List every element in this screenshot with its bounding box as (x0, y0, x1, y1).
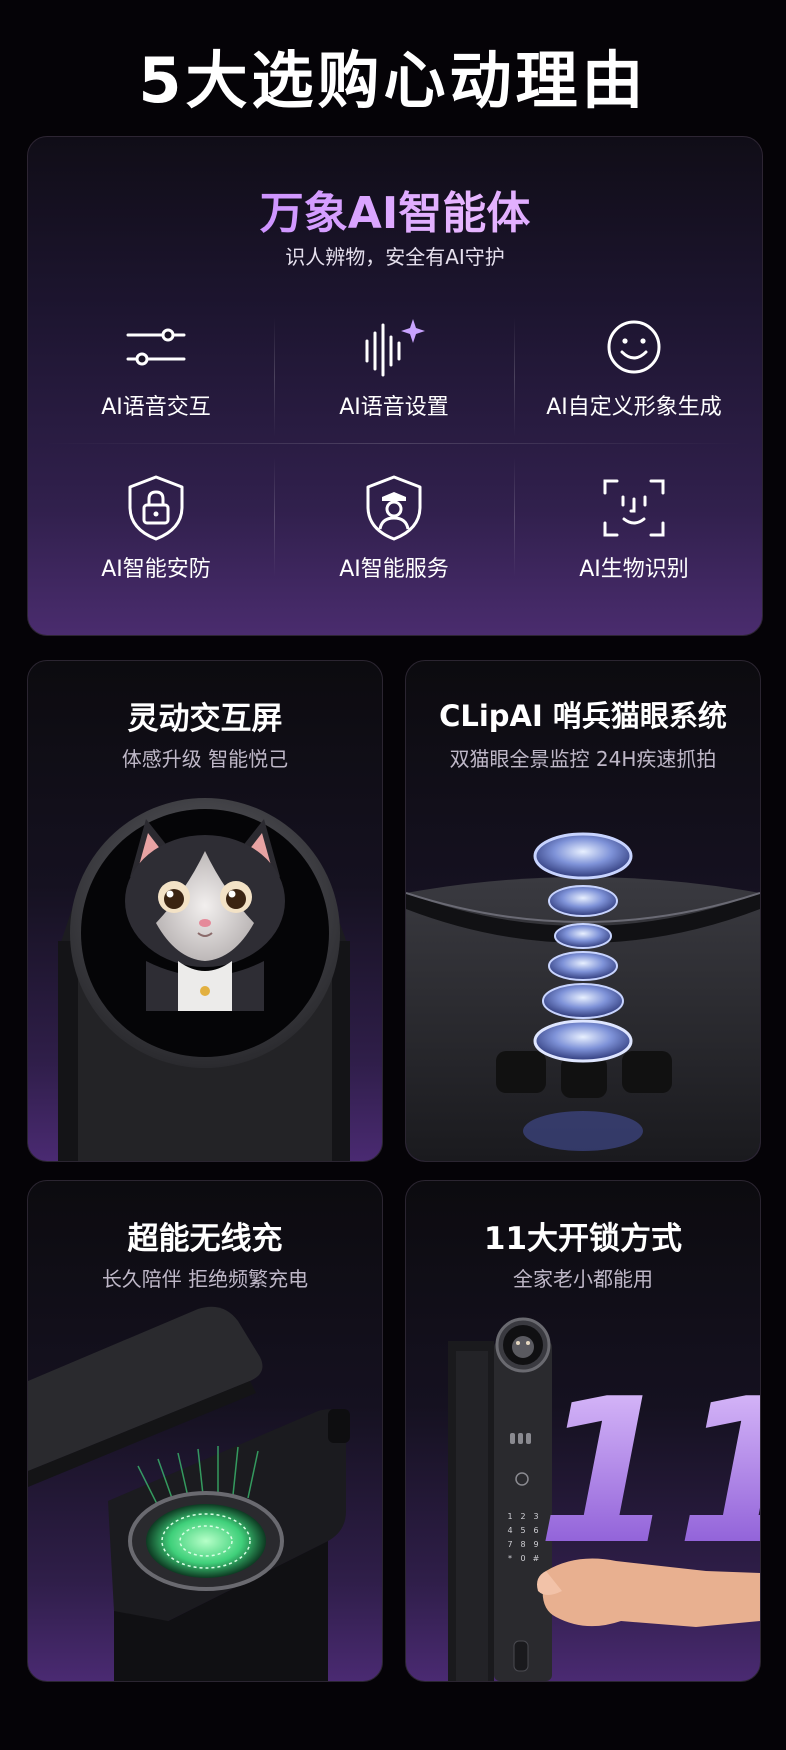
feature-label: AI自定义形象生成 (546, 395, 722, 420)
feature-label: AI智能服务 (339, 557, 449, 582)
keypad-key: 5 (520, 1526, 525, 1535)
shield-concierge-icon (366, 475, 422, 541)
keypad-key: 7 (507, 1540, 512, 1549)
card-unlock-methods: 11大开锁方式 全家老小都能用 11 1 2 3 4 5 6 7 8 (405, 1180, 761, 1682)
keypad-key: * (508, 1554, 512, 1563)
ai-section-subtitle: 识人辨物，安全有AI守护 (285, 245, 505, 269)
feature-label: AI智能安防 (101, 557, 211, 582)
keypad-key: 2 (520, 1512, 525, 1521)
keypad-key: 3 (533, 1512, 538, 1521)
wireless-charger-illustration (28, 1306, 350, 1681)
keypad-key: # (533, 1554, 540, 1563)
ai-agent-panel: 万象AI智能体 识人辨物，安全有AI守护 AI语音交互 AI语音设置 AI自定义… (27, 136, 763, 636)
feature-ai-voice-settings: AI语音设置 (274, 317, 514, 421)
feature-label: AI语音交互 (101, 395, 211, 420)
smart-lock-screen-illustration (58, 798, 350, 1161)
page-title: 5大选购心动理由 (138, 44, 648, 117)
keypad-key: 9 (533, 1540, 538, 1549)
big-number-eleven: 11 (537, 1356, 760, 1589)
smiley-face-icon (607, 320, 661, 374)
voice-wave-sparkle-icon (365, 319, 425, 377)
camera-lens-stack-illustration (406, 832, 760, 1161)
keypad-key: 6 (533, 1526, 538, 1535)
feature-ai-avatar-generation: AI自定义形象生成 (514, 317, 754, 421)
feature-ai-service: AI智能服务 (274, 473, 514, 583)
door-lock-keypad-illustration: 11 1 2 3 4 5 6 7 8 9 * 0 # (448, 1317, 760, 1681)
feature-ai-security: AI智能安防 (36, 473, 276, 583)
feature-ai-voice-interaction: AI语音交互 (36, 317, 276, 421)
keypad-key: 1 (507, 1512, 512, 1521)
card-wireless-charging: 超能无线充 长久陪伴 拒绝频繁充电 (27, 1180, 383, 1682)
slider-toggle-icon (126, 328, 186, 366)
card-interactive-screen: 灵动交互屏 体感升级 智能悦己 (27, 660, 383, 1162)
feature-label: AI语音设置 (339, 395, 449, 420)
feature-label: AI生物识别 (579, 557, 689, 582)
shield-lock-icon (128, 475, 184, 541)
card-sentinel-peephole: CLipAI 哨兵猫眼系统 双猫眼全景监控 24H疾速抓拍 (405, 660, 761, 1162)
keypad-key: 8 (520, 1540, 525, 1549)
ai-section-title: 万象AI智能体 (28, 177, 762, 241)
feature-ai-biometrics: AI生物识别 (514, 473, 754, 583)
keypad-key: 0 (520, 1554, 525, 1563)
face-scan-icon (603, 479, 665, 537)
divider (44, 443, 744, 444)
keypad-key: 4 (507, 1526, 512, 1535)
